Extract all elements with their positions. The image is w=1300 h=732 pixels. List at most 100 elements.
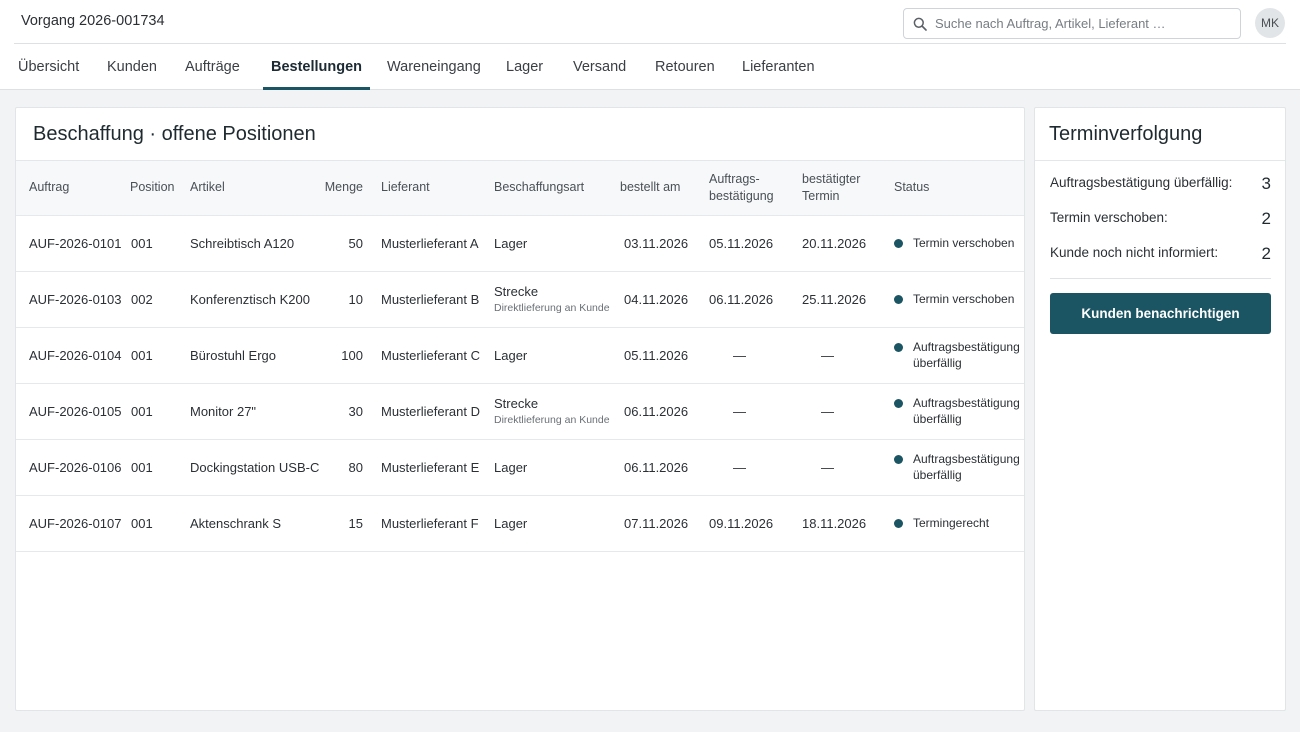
cell-position: 001 <box>131 403 153 419</box>
cell-artikel: Dockingstation USB-C <box>190 459 320 475</box>
cell-auftrag[interactable]: AUF-2026-0106 <box>16 439 130 495</box>
procurement-title: Beschaffung · offene Positionen <box>33 123 316 145</box>
cell-status: Auftragsbestätigung überfällig <box>894 327 1024 383</box>
cell-bestaetigter-termin: 20.11.2026 <box>802 235 867 251</box>
search-box[interactable] <box>903 8 1241 39</box>
table-row[interactable]: AUF-2026-0101 001 Schreibtisch A120 50 Muste… <box>16 215 1024 271</box>
metric-value: 3 <box>1261 174 1271 193</box>
cell-auftrag[interactable]: AUF-2026-0101 <box>16 215 130 271</box>
col-termin-line2: Termin <box>802 188 840 203</box>
cell-status: Termingerecht <box>894 495 1024 551</box>
tab-kunden[interactable]: Kunden <box>99 44 165 90</box>
cell-position: 001 <box>131 515 153 531</box>
deadline-tracking-panel: Terminverfolgung Auftragsbestätigung übe… <box>1034 107 1286 711</box>
status-dot-icon <box>894 519 903 528</box>
procurement-type: Lager <box>494 235 528 251</box>
cell-bestaetigter-termin: — <box>821 403 834 419</box>
metric-label: Kunde noch nicht informiert: <box>1050 245 1219 260</box>
cell-artikel: Schreibtisch A120 <box>190 235 295 251</box>
cell-menge: 15 <box>348 515 363 531</box>
col-lieferant[interactable]: Lieferant <box>381 161 494 215</box>
tab-bestellungen[interactable]: Bestellungen <box>263 44 371 90</box>
procurement-type: Strecke <box>494 284 539 299</box>
cell-bestaetigter-termin: — <box>821 347 834 363</box>
col-auftrag[interactable]: Auftrag <box>16 161 130 215</box>
cell-menge: 80 <box>348 459 363 475</box>
col-ab-line1: Auftrags- <box>709 171 760 186</box>
cell-auftragsbestaetigung: — <box>733 459 746 475</box>
cell-position: 001 <box>131 459 153 475</box>
notify-customers-button[interactable]: Kunden benachrichtigen <box>1050 293 1271 334</box>
col-position[interactable]: Position <box>130 161 190 215</box>
status-badge: Termin verschoben <box>913 236 1015 250</box>
cell-beschaffungsart: Lager <box>494 215 620 271</box>
status-badge: Termin verschoben <box>913 292 1015 306</box>
col-bestaetigter-termin[interactable]: bestätigter Termin <box>802 161 894 215</box>
procurement-type-note: Direktlieferung an Kunde <box>494 414 610 426</box>
metric-label: Auftragsbestätigung überfällig: <box>1050 175 1233 190</box>
procurement-type: Lager <box>494 515 528 531</box>
cell-lieferant: Musterlieferant F <box>381 515 479 531</box>
status-dot-icon <box>894 455 903 464</box>
status-dot-icon <box>894 239 903 248</box>
cell-auftrag[interactable]: AUF-2026-0103 <box>16 271 130 327</box>
search-icon <box>913 17 927 31</box>
cell-bestellt-am: 05.11.2026 <box>624 347 689 363</box>
table-row[interactable]: AUF-2026-0104 001 Bürostuhl Ergo 100 Musterl… <box>16 327 1024 383</box>
divider <box>1050 278 1271 279</box>
cell-auftrag[interactable]: AUF-2026-0107 <box>16 495 130 551</box>
table-row[interactable]: AUF-2026-0107 001 Aktenschrank S 15 Musterli… <box>16 495 1024 551</box>
tab-uebersicht[interactable]: Übersicht <box>10 44 87 90</box>
cell-auftragsbestaetigung: 06.11.2026 <box>709 291 774 307</box>
tab-auftraege[interactable]: Aufträge <box>177 44 248 90</box>
search-input[interactable] <box>935 16 1225 31</box>
tab-versand[interactable]: Versand <box>565 44 634 90</box>
status-badge: Auftragsbestätigung überfällig <box>913 452 1020 482</box>
cell-bestellt-am: 06.11.2026 <box>624 459 689 475</box>
positions-table: Auftrag Position Artikel Menge Lieferant… <box>16 161 1024 552</box>
divider <box>1035 160 1285 161</box>
cell-menge: 10 <box>348 291 363 307</box>
col-status[interactable]: Status <box>894 161 1024 215</box>
cell-position: 001 <box>131 347 153 363</box>
col-beschaffungsart[interactable]: Beschaffungsart <box>494 161 620 215</box>
deadline-tracking-title: Terminverfolgung <box>1049 123 1203 145</box>
metric-label: Termin verschoben: <box>1050 210 1168 225</box>
metric-termin-verschoben: Termin verschoben: 2 <box>1050 209 1271 228</box>
tab-lieferanten[interactable]: Lieferanten <box>734 44 823 90</box>
col-menge[interactable]: Menge <box>312 161 381 215</box>
user-avatar[interactable]: MK <box>1255 8 1285 38</box>
cell-bestaetigter-termin: 18.11.2026 <box>802 515 867 531</box>
tab-wareneingang[interactable]: Wareneingang <box>379 44 489 90</box>
cell-menge: 100 <box>341 347 363 363</box>
cell-bestellt-am: 04.11.2026 <box>624 291 689 307</box>
table-row[interactable]: AUF-2026-0105 001 Monitor 27" 30 Musterliefe… <box>16 383 1024 439</box>
cell-menge: 30 <box>348 403 363 419</box>
tab-lager[interactable]: Lager <box>498 44 551 90</box>
cell-artikel: Monitor 27" <box>190 403 257 419</box>
table-row[interactable]: AUF-2026-0106 001 Dockingstation USB-C 80 Mu… <box>16 439 1024 495</box>
cell-lieferant: Musterlieferant D <box>381 403 480 419</box>
col-termin-line1: bestätigter <box>802 171 861 186</box>
cell-status: Auftragsbestätigung überfällig <box>894 439 1024 495</box>
status-dot-icon <box>894 295 903 304</box>
procurement-type: Lager <box>494 459 528 475</box>
metric-kunde-nicht-informiert: Kunde noch nicht informiert: 2 <box>1050 244 1271 263</box>
cell-beschaffungsart: Strecke Direktlieferung an Kunde <box>494 383 620 439</box>
top-bar: Vorgang 2026-001734 MK <box>0 0 1300 44</box>
metric-value: 2 <box>1261 209 1271 228</box>
col-artikel[interactable]: Artikel <box>190 161 312 215</box>
cell-beschaffungsart: Lager <box>494 327 620 383</box>
cell-lieferant: Musterlieferant C <box>381 347 480 363</box>
table-row[interactable]: AUF-2026-0103 002 Konferenztisch K200 10 Mus… <box>16 271 1024 327</box>
col-bestellt-am[interactable]: bestellt am <box>620 161 709 215</box>
cell-auftragsbestaetigung: 09.11.2026 <box>709 515 774 531</box>
cell-bestellt-am: 06.11.2026 <box>624 403 689 419</box>
cell-auftrag[interactable]: AUF-2026-0105 <box>16 383 130 439</box>
tab-retouren[interactable]: Retouren <box>647 44 723 90</box>
cell-beschaffungsart: Lager <box>494 439 620 495</box>
cell-auftrag[interactable]: AUF-2026-0104 <box>16 327 130 383</box>
cell-bestaetigter-termin: — <box>821 459 834 475</box>
col-auftragsbestaetigung[interactable]: Auftrags-bestätigung <box>709 161 802 215</box>
cell-bestellt-am: 07.11.2026 <box>624 515 689 531</box>
